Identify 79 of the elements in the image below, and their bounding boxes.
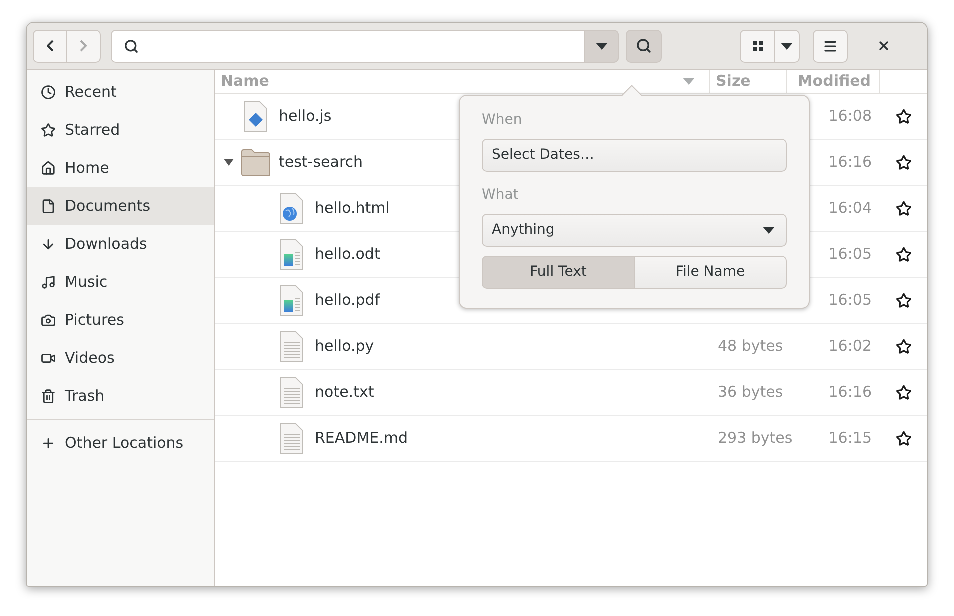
type-dropdown[interactable]: Anything [482, 214, 787, 247]
star-icon[interactable] [896, 200, 912, 216]
modified-time: 16:02 [828, 336, 872, 358]
text-file-icon [280, 330, 304, 362]
search-icon [636, 38, 652, 54]
sidebar-item[interactable]: Other Locations [27, 424, 214, 462]
arrow-down-icon [41, 236, 56, 252]
search-icon [124, 38, 139, 54]
plus-icon [41, 436, 56, 450]
modified-time: 16:05 [828, 290, 872, 312]
sidebar-item[interactable]: Trash [27, 377, 214, 415]
camera-icon [41, 312, 56, 328]
back-icon [46, 40, 54, 52]
star-icon[interactable] [896, 108, 912, 124]
search-toggle-button[interactable] [626, 30, 662, 62]
clock-icon [41, 84, 56, 100]
sidebar-item[interactable]: Home [27, 149, 214, 187]
document-file-icon [280, 238, 304, 270]
modified-time: 16:04 [828, 198, 872, 220]
star-icon[interactable] [896, 292, 912, 308]
caret-icon [781, 42, 793, 50]
sort-icon [683, 78, 695, 85]
star-icon[interactable] [896, 154, 912, 170]
home-icon [41, 160, 56, 176]
view-options-button[interactable] [775, 30, 800, 62]
sidebar-item[interactable]: Music [27, 263, 214, 301]
star-icon[interactable] [896, 338, 912, 354]
trash-icon [41, 388, 56, 404]
document-icon [41, 198, 56, 214]
file-size: 48 bytes [718, 337, 784, 356]
sidebar-item[interactable]: Documents [27, 187, 214, 225]
file-name: hello.html [315, 198, 390, 220]
search-field[interactable] [111, 30, 619, 62]
sidebar-item[interactable]: Starred [27, 111, 214, 149]
star-icon[interactable] [896, 430, 912, 446]
modified-time: 16:15 [828, 428, 872, 450]
search-mode-toggle[interactable]: File Name [635, 256, 787, 289]
modified-time: 16:08 [828, 106, 872, 128]
globe-file-icon [280, 192, 304, 224]
expander-icon[interactable] [224, 159, 234, 166]
script-file-icon [244, 100, 268, 132]
modified-time: 16:16 [828, 152, 872, 174]
select-dates-button[interactable]: Select Dates… [482, 139, 787, 172]
back-button[interactable] [33, 30, 67, 62]
folder-icon [241, 148, 271, 176]
star-icon [41, 122, 56, 138]
search-options-button[interactable] [584, 30, 619, 62]
file-name: hello.js [279, 106, 332, 128]
file-name: hello.py [315, 336, 374, 358]
file-name: hello.pdf [315, 290, 380, 312]
file-name: hello.odt [315, 244, 380, 266]
sidebar-item[interactable]: Downloads [27, 225, 214, 263]
menu-icon [823, 38, 838, 54]
grid-icon [752, 41, 762, 51]
grid-view-button[interactable] [740, 30, 775, 62]
star-icon[interactable] [896, 246, 912, 262]
caret-icon [596, 42, 608, 50]
star-icon[interactable] [896, 384, 912, 400]
music-icon [41, 274, 56, 290]
file-name: test-search [279, 152, 364, 174]
close-icon [876, 39, 890, 53]
document-file-icon [280, 284, 304, 316]
caret-icon [763, 227, 775, 234]
file-size: 293 bytes [718, 429, 793, 448]
text-file-icon [280, 422, 304, 454]
file-size: 36 bytes [718, 383, 784, 402]
menu-button[interactable] [813, 30, 848, 62]
sidebar-item[interactable]: Recent [27, 73, 214, 111]
file-name: README.md [315, 428, 408, 450]
search-mode-toggle[interactable]: Full Text [482, 256, 635, 289]
sidebar-item[interactable]: Pictures [27, 301, 214, 339]
what-label: What [482, 186, 520, 205]
file-name: note.txt [315, 382, 374, 404]
sidebar-item[interactable]: Videos [27, 339, 214, 377]
forward-icon [80, 40, 87, 52]
text-file-icon [280, 376, 304, 408]
modified-time: 16:16 [828, 382, 872, 404]
when-label: When [482, 111, 524, 130]
modified-time: 16:05 [828, 244, 872, 266]
